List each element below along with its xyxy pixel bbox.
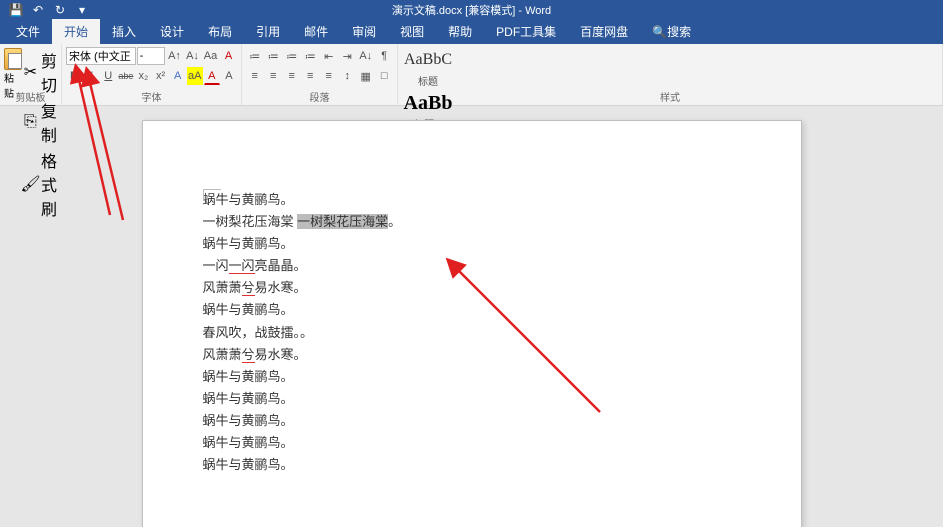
change-case-button[interactable]: Aa (202, 47, 219, 65)
copy-label: 复制 (41, 98, 57, 146)
font-name-selector[interactable]: 宋体 (中文正 (66, 47, 136, 65)
grow-font-button[interactable]: A↑ (166, 47, 183, 65)
text-line-7[interactable]: 风萧萧兮易水寒。 (203, 344, 741, 366)
para-btn-bot-6[interactable]: ▦ (357, 67, 375, 85)
format-label: 格式刷 (41, 148, 57, 220)
styles-group: AaBbC标题AaBb标题 1AaBbC标题 2AaBbC副标题AaBbCcDd… (398, 44, 943, 105)
paragraph-group: ≔≔≔≔⇤⇥A↓¶ ≡≡≡≡≡↕▦□ 段落 (242, 44, 398, 105)
text-line-8[interactable]: 蜗牛与黄鹂鸟。 (203, 366, 741, 388)
tab-3[interactable]: 设计 (148, 19, 196, 44)
text-line-2[interactable]: 蜗牛与黄鹂鸟。 (203, 233, 741, 255)
text-line-11[interactable]: 蜗牛与黄鹂鸟。 (203, 432, 741, 454)
para-btn-top-1[interactable]: ≔ (265, 47, 283, 65)
format-painter-button[interactable]: 🖌 格式刷 (22, 148, 59, 220)
page-corner-marker (203, 189, 221, 201)
para-btn-top-6[interactable]: A↓ (357, 47, 375, 65)
para-btn-top-5[interactable]: ⇥ (339, 47, 357, 65)
para-btn-bot-5[interactable]: ↕ (339, 67, 357, 85)
tab-8[interactable]: 视图 (388, 19, 436, 44)
para-btn-top-0[interactable]: ≔ (246, 47, 264, 65)
text-effects-button[interactable]: A (170, 67, 186, 85)
text-line-4[interactable]: 风萧萧兮易水寒。 (203, 277, 741, 299)
copy-icon: ⎘ (24, 116, 37, 129)
spelling-error: 兮 (242, 347, 255, 363)
clipboard-group: 粘贴 ✂ 剪切 ⎘ 复制 🖌 格式刷 剪贴板 (0, 44, 62, 105)
para-btn-top-3[interactable]: ≔ (302, 47, 320, 65)
copy-button[interactable]: ⎘ 复制 (22, 98, 59, 146)
spelling-error: 一闪 (229, 258, 255, 274)
para-btn-bot-2[interactable]: ≡ (283, 67, 301, 85)
highlight-button[interactable]: aA (187, 67, 203, 85)
para-btn-top-2[interactable]: ≔ (283, 47, 301, 65)
text-line-1[interactable]: 一树梨花压海棠 一树梨花压海棠。 (203, 211, 741, 233)
spelling-error: 兮 (242, 280, 255, 296)
font-group-label: 字体 (62, 89, 241, 104)
font-color-button[interactable]: A (204, 67, 220, 85)
italic-button[interactable]: I (83, 67, 99, 85)
save-icon[interactable]: 💾 (6, 1, 26, 19)
text-line-9[interactable]: 蜗牛与黄鹂鸟。 (203, 388, 741, 410)
style-item-0[interactable]: AaBbC标题 (402, 46, 454, 89)
underline-button[interactable]: U (100, 67, 116, 85)
para-btn-bot-1[interactable]: ≡ (265, 67, 283, 85)
quick-access-toolbar: 💾 ↶ ↻ ▾ (0, 1, 92, 19)
scissors-icon: ✂ (24, 66, 37, 79)
style-preview: AaBbC (404, 47, 452, 73)
ribbon-tabs: 文件开始插入设计布局引用邮件审阅视图帮助PDF工具集百度网盘🔍搜索 (0, 20, 943, 44)
text-line-5[interactable]: 蜗牛与黄鹂鸟。 (203, 299, 741, 321)
qat-dropdown-icon[interactable]: ▾ (72, 1, 92, 19)
titlebar: 💾 ↶ ↻ ▾ 演示文稿.docx [兼容模式] - Word (0, 0, 943, 20)
para-btn-bot-0[interactable]: ≡ (246, 67, 264, 85)
brush-icon: 🖌 (24, 178, 37, 191)
para-btn-top-4[interactable]: ⇤ (320, 47, 338, 65)
font-group: 宋体 (中文正 - A↑ A↓ Aa A B I U abe x₂ x² A a… (62, 44, 242, 105)
para-btn-top-7[interactable]: ¶ (376, 47, 394, 65)
strike-button[interactable]: abe (117, 67, 134, 85)
text-line-10[interactable]: 蜗牛与黄鹂鸟。 (203, 410, 741, 432)
font-size-selector[interactable]: - (137, 47, 165, 65)
style-name: 标题 (418, 73, 438, 88)
text-line-3[interactable]: 一闪一闪亮晶晶。 (203, 255, 741, 277)
para-btn-bot-3[interactable]: ≡ (302, 67, 320, 85)
paste-icon (4, 48, 22, 70)
tab-7[interactable]: 审阅 (340, 19, 388, 44)
redo-icon[interactable]: ↻ (50, 1, 70, 19)
shrink-font-button[interactable]: A↓ (184, 47, 201, 65)
subscript-button[interactable]: x₂ (135, 67, 151, 85)
tab-5[interactable]: 引用 (244, 19, 292, 44)
undo-icon[interactable]: ↶ (28, 1, 48, 19)
tab-1[interactable]: 开始 (52, 19, 100, 44)
text-line-6[interactable]: 春风吹，战鼓擂。。 (203, 322, 741, 344)
clipboard-group-label: 剪贴板 (0, 89, 61, 104)
para-btn-bot-7[interactable]: □ (376, 67, 394, 85)
tab-6[interactable]: 邮件 (292, 19, 340, 44)
document-page[interactable]: 蜗牛与黄鹂鸟。一树梨花压海棠 一树梨花压海棠。蜗牛与黄鹂鸟。一闪一闪亮晶晶。风萧… (142, 120, 802, 527)
styles-group-label: 样式 (398, 89, 942, 104)
bold-button[interactable]: B (66, 67, 82, 85)
tab-9[interactable]: 帮助 (436, 19, 484, 44)
paste-button[interactable]: 粘贴 (4, 46, 22, 220)
paragraph-group-label: 段落 (242, 89, 397, 104)
text-line-12[interactable]: 蜗牛与黄鹂鸟。 (203, 454, 741, 476)
tab-11[interactable]: 百度网盘 (568, 19, 640, 44)
ribbon: 粘贴 ✂ 剪切 ⎘ 复制 🖌 格式刷 剪贴板 宋体 (中文正 (0, 44, 943, 106)
window-title: 演示文稿.docx [兼容模式] - Word (392, 2, 551, 18)
clear-format-button[interactable]: A (220, 47, 237, 65)
tab-2[interactable]: 插入 (100, 19, 148, 44)
text-line-0[interactable]: 蜗牛与黄鹂鸟。 (203, 189, 741, 211)
phonetic-button[interactable]: A (221, 67, 237, 85)
tab-12[interactable]: 🔍搜索 (640, 19, 703, 44)
superscript-button[interactable]: x² (152, 67, 168, 85)
tab-4[interactable]: 布局 (196, 19, 244, 44)
para-btn-bot-4[interactable]: ≡ (320, 67, 338, 85)
selected-text[interactable]: 一树梨花压海棠 (297, 214, 388, 229)
document-workspace: 蜗牛与黄鹂鸟。一树梨花压海棠 一树梨花压海棠。蜗牛与黄鹂鸟。一闪一闪亮晶晶。风萧… (0, 106, 943, 527)
tab-0[interactable]: 文件 (4, 19, 52, 44)
tab-10[interactable]: PDF工具集 (484, 19, 568, 44)
